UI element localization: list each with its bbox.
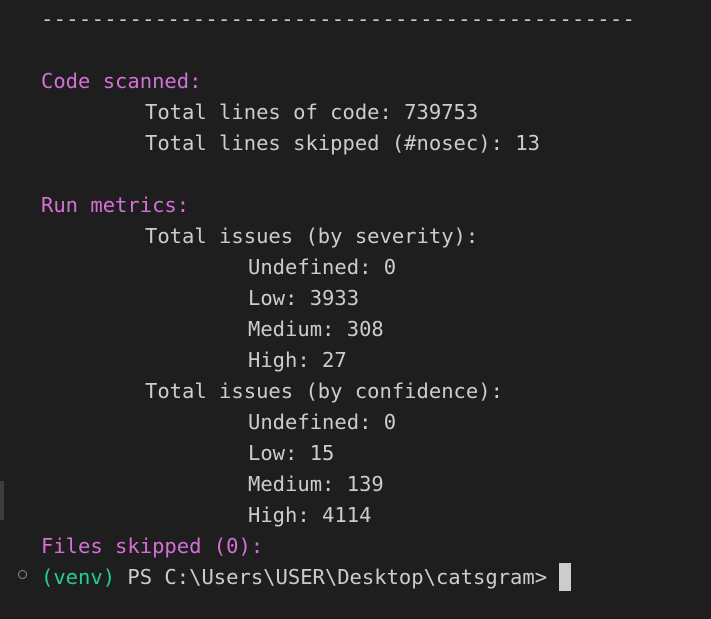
terminal-output[interactable]: ----------------------------------------… bbox=[0, 0, 711, 619]
confidence-undefined: Undefined: 0 bbox=[248, 410, 397, 434]
circle-outline-icon bbox=[18, 570, 27, 579]
total-lines-of-code: Total lines of code: 739753 bbox=[145, 100, 479, 124]
separator-line: ----------------------------------------… bbox=[41, 7, 636, 31]
venv-label: (venv) bbox=[41, 565, 116, 589]
prompt-path: PS C:\Users\USER\Desktop\catsgram> bbox=[115, 565, 548, 589]
code-scanned-heading: Code scanned: bbox=[41, 69, 202, 93]
files-skipped-heading: Files skipped (0): bbox=[41, 534, 264, 558]
confidence-heading: Total issues (by confidence): bbox=[145, 379, 503, 403]
severity-low: Low: 3933 bbox=[248, 286, 360, 310]
severity-high: High: 27 bbox=[248, 348, 347, 372]
confidence-medium: Medium: 139 bbox=[248, 472, 384, 496]
scrollbar-marker bbox=[0, 481, 4, 520]
run-metrics-heading: Run metrics: bbox=[41, 193, 190, 217]
total-lines-skipped: Total lines skipped (#nosec): 13 bbox=[145, 131, 540, 155]
severity-medium: Medium: 308 bbox=[248, 317, 384, 341]
command-prompt[interactable]: (venv) PS C:\Users\USER\Desktop\catsgram… bbox=[41, 562, 572, 593]
confidence-high: High: 4114 bbox=[248, 503, 372, 527]
confidence-low: Low: 15 bbox=[248, 441, 335, 465]
severity-undefined: Undefined: 0 bbox=[248, 255, 397, 279]
severity-heading: Total issues (by severity): bbox=[145, 224, 479, 248]
block-cursor bbox=[559, 562, 572, 591]
